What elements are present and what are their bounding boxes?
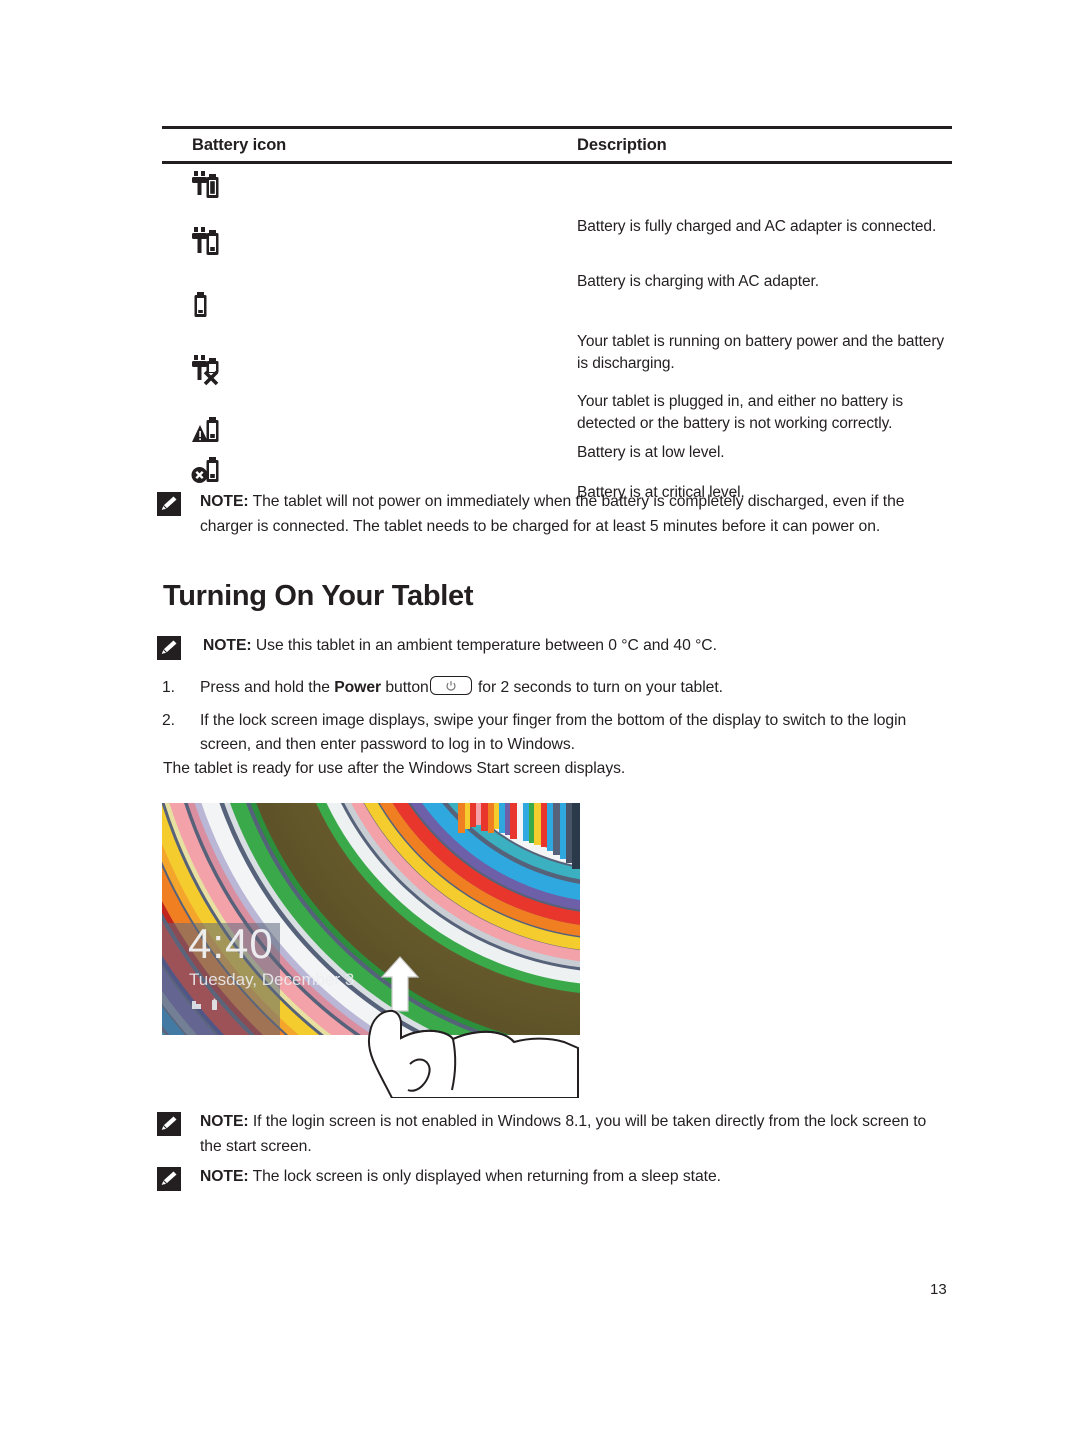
battery-discharging-icon	[194, 292, 207, 317]
list-item-number: 2.	[162, 712, 175, 729]
battery-icon-cell	[162, 413, 577, 445]
pencil-glyph	[161, 1171, 177, 1186]
note-pencil-icon	[157, 492, 181, 516]
note-pencil-icon	[157, 1167, 181, 1191]
battery-icon-cell	[162, 226, 577, 258]
list-item: 2. If the lock screen image displays, sw…	[162, 709, 952, 757]
list-item-text: Press and hold the Power button for 2 se…	[200, 676, 952, 700]
note-battery-discharged: NOTE: The tablet will not power on immed…	[157, 490, 955, 539]
table-row: Battery is charging with AC adapter.	[162, 226, 952, 290]
page-title: Turning On Your Tablet	[163, 580, 474, 612]
table-row: Your tablet is plugged in, and either no…	[162, 350, 952, 432]
note-label: NOTE:	[200, 1168, 249, 1185]
power-button-icon	[429, 676, 472, 695]
battery-icon-table: Battery icon Description Battery is full…	[162, 126, 952, 501]
battery-low-warning-icon	[192, 417, 219, 442]
table-row: Battery is at low level.	[162, 413, 952, 461]
startup-steps-list: 1. Press and hold the Power button for 2…	[162, 676, 952, 757]
note-text: NOTE: Use this tablet in an ambient temp…	[203, 634, 953, 659]
battery-charging-plug-icon	[192, 227, 219, 255]
note-label: NOTE:	[200, 493, 249, 510]
power-symbol-glyph	[446, 680, 456, 691]
note-text: NOTE: If the login screen is not enabled…	[200, 1110, 942, 1159]
note-body: Use this tablet in an ambient temperatur…	[251, 637, 717, 654]
table-row: Battery is at critical level.	[162, 454, 952, 501]
note-body: The tablet will not power on immediately…	[200, 493, 905, 535]
battery-icon	[212, 998, 217, 1010]
plug-no-battery-error-icon	[192, 355, 219, 386]
note-lock-screen-sleep: NOTE: The lock screen is only displayed …	[157, 1165, 955, 1191]
step-bold-power: Power	[334, 679, 382, 696]
list-item: 1. Press and hold the Power button for 2…	[162, 676, 952, 700]
battery-critical-icon	[191, 457, 219, 483]
lock-screen-time: 4:40	[188, 920, 274, 967]
step-text-before: Press and hold the	[200, 679, 335, 696]
table-body: Battery is fully charged and AC adapter …	[162, 164, 952, 501]
note-body: The lock screen is only displayed when r…	[248, 1168, 721, 1185]
list-item-text: If the lock screen image displays, swipe…	[200, 712, 907, 753]
note-login-screen-disabled: NOTE: If the login screen is not enabled…	[157, 1110, 955, 1159]
page-number: 13	[930, 1281, 947, 1298]
step-text-after: for 2 seconds to turn on your tablet.	[473, 679, 723, 696]
pencil-glyph	[161, 640, 177, 655]
document-page: Battery icon Description Battery is full…	[0, 0, 1080, 1434]
note-label: NOTE:	[200, 1113, 249, 1130]
note-pencil-icon	[157, 1112, 181, 1136]
battery-icon-cell	[162, 454, 577, 485]
note-ambient-temperature: NOTE: Use this tablet in an ambient temp…	[157, 634, 955, 660]
table-row: Battery is fully charged and AC adapter …	[162, 164, 952, 235]
table-row: Your tablet is running on battery power …	[162, 288, 952, 372]
note-pencil-icon	[157, 636, 181, 660]
swipe-up-hand-icon	[368, 1009, 579, 1098]
step-text-mid: button	[381, 679, 429, 696]
note-body: If the login screen is not enabled in Wi…	[200, 1113, 927, 1155]
battery-icon-cell	[162, 288, 577, 321]
note-label: NOTE:	[203, 637, 252, 654]
note-text: NOTE: The lock screen is only displayed …	[200, 1165, 942, 1190]
note-text: NOTE: The tablet will not power on immed…	[200, 490, 953, 539]
battery-icon-cell	[162, 164, 577, 200]
battery-icon-cell	[162, 350, 577, 386]
pencil-glyph	[161, 496, 177, 511]
pencil-glyph	[161, 1116, 177, 1131]
lock-screen-figure: 4:40 Tuesday, December 3	[162, 803, 580, 1101]
battery-description-cell: Battery is charging with AC adapter.	[577, 273, 819, 290]
lock-screen-date: Tuesday, December 3	[189, 970, 354, 989]
column-header-description: Description	[577, 135, 667, 154]
table-header-row: Battery icon Description	[162, 129, 952, 161]
ready-for-use-text: The tablet is ready for use after the Wi…	[163, 760, 626, 777]
column-header-battery-icon: Battery icon	[192, 135, 287, 154]
list-item-number: 1.	[162, 679, 175, 696]
battery-full-plug-icon	[192, 171, 219, 198]
